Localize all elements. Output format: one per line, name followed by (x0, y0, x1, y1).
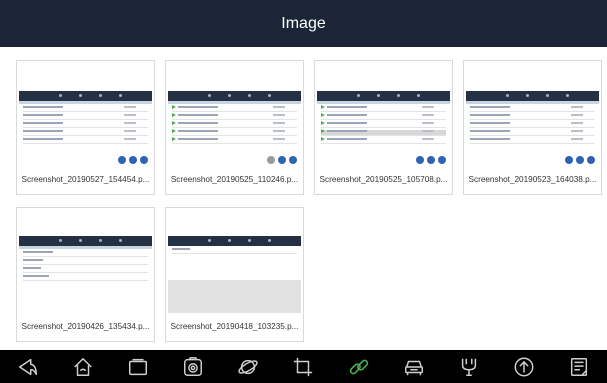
thumbnail-caption: Screenshot_20190525_105708.p... (319, 175, 448, 184)
thumbnail-image (317, 63, 450, 168)
title-bar: Image (0, 0, 607, 47)
page-title: Image (281, 14, 326, 32)
thumbnail-caption: Screenshot_20190426_135434.p... (21, 322, 150, 331)
thumbnail-card[interactable]: Screenshot_20190418_103235.p... (165, 207, 304, 342)
thumbnail-card[interactable]: Screenshot_20190426_135434.p... (16, 207, 155, 342)
car-icon[interactable] (402, 355, 426, 379)
recent-apps-icon[interactable] (126, 355, 150, 379)
browser-icon[interactable] (236, 355, 260, 379)
thumbnail-card[interactable]: Screenshot_20190525_105708.p... (314, 60, 453, 195)
camera-icon[interactable] (181, 355, 205, 379)
thumbnail-caption: Screenshot_20190525_110246.p... (170, 175, 299, 184)
thumbnail-caption: Screenshot_20190418_103235.p... (170, 322, 299, 331)
thumbnail-image (19, 210, 152, 315)
thumbnail-caption: Screenshot_20190527_154454.p... (21, 175, 150, 184)
back-icon[interactable] (16, 355, 40, 379)
image-gallery: Screenshot_20190527_154454.p... Screensh… (0, 47, 607, 350)
navigation-bar (0, 350, 607, 383)
thumbnail-image (168, 210, 301, 315)
thumbnail-image (168, 63, 301, 168)
thumbnail-card[interactable]: Screenshot_20190523_164038.p... (463, 60, 602, 195)
upload-icon[interactable] (512, 355, 536, 379)
thumbnail-caption: Screenshot_20190523_164038.p... (468, 175, 597, 184)
thumbnail-image (19, 63, 152, 168)
thumbnail-card[interactable]: Screenshot_20190527_154454.p... (16, 60, 155, 195)
vci-icon[interactable] (457, 355, 481, 379)
home-icon[interactable] (71, 355, 95, 379)
crop-icon[interactable] (291, 355, 315, 379)
thumbnail-image (466, 63, 599, 168)
thumbnail-card[interactable]: Screenshot_20190525_110246.p... (165, 60, 304, 195)
document-icon[interactable] (567, 355, 591, 379)
link-icon[interactable] (347, 355, 371, 379)
